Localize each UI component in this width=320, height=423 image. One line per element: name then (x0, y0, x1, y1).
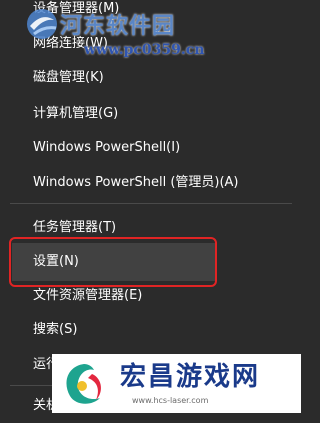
menu-item-settings[interactable]: 设置(N) (12, 243, 215, 281)
menu-item-powershell-admin[interactable]: Windows PowerShell (管理员)(A) (0, 166, 301, 200)
watermark-logo-icon (66, 364, 101, 404)
watermark-name: 宏昌游戏网 (120, 362, 261, 392)
menu-item-powershell[interactable]: Windows PowerShell(I) (0, 131, 301, 165)
watermark-top: 河东软件园 www.pc0359.cn (22, 2, 222, 62)
menu-item-file-explorer[interactable]: 文件资源管理器(E) (0, 279, 301, 313)
watermark-logo-icon (27, 9, 57, 39)
menu-separator (10, 203, 292, 204)
menu-item-task-manager[interactable]: 任务管理器(T) (0, 211, 301, 245)
watermark-title: 河东软件园 (60, 14, 176, 39)
watermark-url: www.pc0359.cn (84, 42, 205, 58)
watermark-bottom: 宏昌游戏网 www.hcs-laser.com (52, 354, 301, 413)
menu-item-computer-management[interactable]: 计算机管理(G) (0, 97, 301, 131)
menu-item-disk-management[interactable]: 磁盘管理(K) (0, 61, 301, 95)
watermark-site: www.hcs-laser.com (132, 396, 209, 405)
menu-item-search[interactable]: 搜索(S) (0, 313, 301, 347)
